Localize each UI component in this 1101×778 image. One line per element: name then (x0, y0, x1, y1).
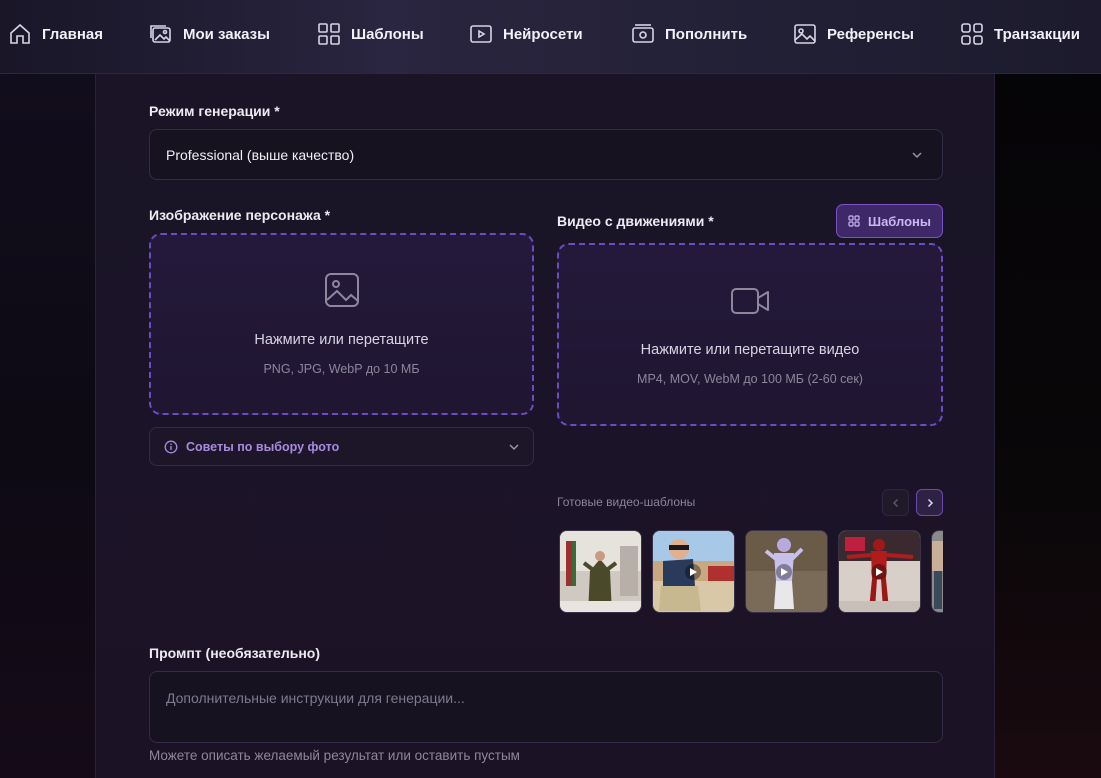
photo-tips-label: Советы по выбору фото (186, 439, 340, 454)
nav-item-label: Главная (42, 25, 104, 43)
templates-prev-button[interactable] (882, 489, 909, 516)
mode-select[interactable]: Professional (выше качество) (149, 129, 943, 180)
photo-tips-toggle[interactable]: Советы по выбору фото (149, 427, 534, 466)
grid-icon (848, 215, 860, 227)
image-label: Изображение персонажа * (149, 207, 331, 223)
image-icon (324, 273, 359, 307)
chevron-down-icon (509, 444, 519, 451)
video-dropzone[interactable]: Нажмите или перетащите видео MP4, MOV, W… (557, 243, 943, 426)
mode-label: Режим генерации * (149, 103, 280, 119)
video-template-thumbnail[interactable] (745, 530, 828, 613)
video-dropzone-title: Нажмите или перетащите видео (640, 342, 860, 358)
nav-item-my-orders[interactable]: Мои заказы (149, 0, 270, 68)
prompt-placeholder: Дополнительные инструкции для генерации.… (166, 690, 465, 706)
image-icon (794, 24, 816, 44)
nav-item-label: Нейросети (503, 25, 583, 43)
nav-item-templates[interactable]: Шаблоны (317, 0, 424, 68)
wallet-icon (632, 24, 654, 43)
chevron-down-icon (912, 152, 922, 159)
apps-icon (961, 23, 983, 45)
nav-item-label: Транзакции (994, 25, 1080, 43)
nav-item-label: Шаблоны (351, 25, 424, 43)
video-dropzone-subtitle: MP4, MOV, WebM до 100 МБ (2-60 сек) (637, 372, 863, 386)
nav-item-label: Мои заказы (183, 25, 270, 43)
nav-item-label: Референсы (827, 25, 914, 43)
grid-icon (318, 23, 340, 45)
chevron-left-icon (892, 498, 898, 507)
video-template-thumbnail[interactable] (559, 530, 642, 613)
video-template-thumbnail[interactable] (931, 530, 943, 613)
video-template-thumbnail[interactable] (838, 530, 921, 613)
image-dropzone-subtitle: PNG, JPG, WebP до 10 МБ (263, 362, 420, 376)
nav-item-neural-networks[interactable]: Нейросети (469, 0, 583, 68)
play-icon (470, 25, 492, 43)
nav-item-top-up[interactable]: Пополнить (631, 0, 747, 68)
mode-select-value: Professional (выше качество) (166, 146, 355, 163)
templates-button[interactable]: Шаблоны (836, 204, 943, 238)
background-left (0, 74, 95, 778)
prompt-hint: Можете описать желаемый результат или ос… (149, 748, 520, 763)
image-dropzone[interactable]: Нажмите или перетащите PNG, JPG, WebP до… (149, 233, 534, 415)
templates-next-button[interactable] (916, 489, 943, 516)
nav-item-references[interactable]: Референсы (793, 0, 914, 68)
video-template-thumbnail[interactable] (652, 530, 735, 613)
nav-item-home[interactable]: Главная (8, 0, 103, 68)
image-dropzone-title: Нажмите или перетащите (254, 332, 429, 348)
nav-item-transactions[interactable]: Транзакции (960, 0, 1080, 68)
home-icon (10, 23, 30, 44)
templates-button-label: Шаблоны (868, 213, 931, 229)
top-navigation: Главная Мои заказы Шаблоны Нейросети Поп… (0, 0, 1101, 74)
info-icon (164, 440, 178, 453)
images-icon (150, 25, 171, 43)
prompt-textarea[interactable]: Дополнительные инструкции для генерации.… (149, 671, 943, 743)
video-camera-icon (731, 288, 769, 314)
video-label: Видео с движениями * (557, 213, 714, 229)
ready-templates-label: Готовые видео-шаблоны (557, 495, 696, 509)
background-right (995, 74, 1101, 778)
generation-form-panel: Режим генерации * Professional (выше кач… (95, 74, 995, 778)
prompt-label: Промпт (необязательно) (149, 645, 321, 661)
nav-item-label: Пополнить (665, 25, 748, 43)
chevron-right-icon (927, 498, 933, 507)
